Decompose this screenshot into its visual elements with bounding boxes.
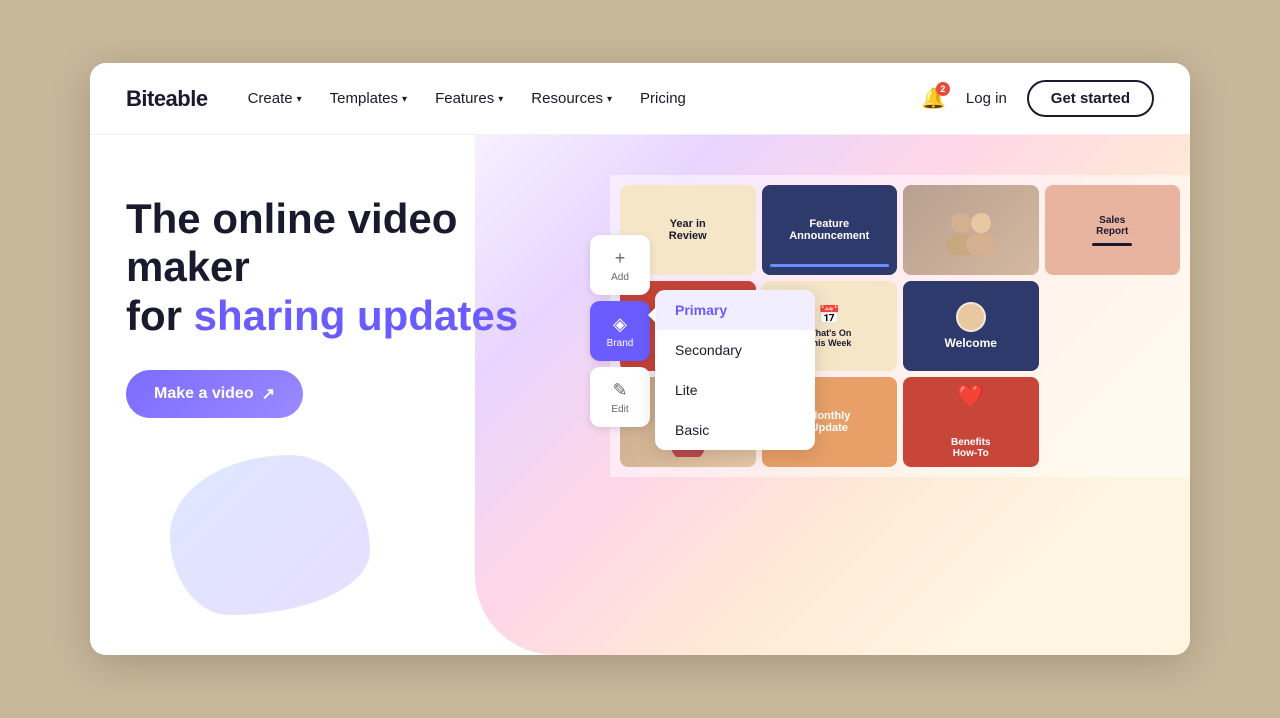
- sidebar-tools: + Add ◈ Brand ✎ Edit: [590, 235, 650, 427]
- grid-cell-feature-announcement[interactable]: FeatureAnnouncement: [762, 185, 898, 275]
- dropdown-item-basic[interactable]: Basic: [655, 410, 815, 450]
- notification-badge: 2: [936, 82, 950, 96]
- make-video-button[interactable]: Make a video ↗: [126, 370, 303, 418]
- dropdown-item-lite[interactable]: Lite: [655, 370, 815, 410]
- plus-icon: +: [615, 248, 626, 269]
- browser-window: Biteable Create ▾ Templates ▾ Features ▾…: [90, 63, 1190, 655]
- grid-cell-sales-report[interactable]: SalesReport: [1045, 185, 1181, 275]
- grid-cell-empty-1: [1045, 281, 1181, 371]
- nav-features[interactable]: Features ▾: [435, 90, 503, 107]
- chevron-down-icon: ▾: [402, 94, 407, 105]
- nav-pricing[interactable]: Pricing: [640, 90, 686, 107]
- people-photo: [903, 185, 1039, 275]
- grid-cell-empty-2: [1045, 377, 1181, 467]
- nav-resources[interactable]: Resources ▾: [531, 90, 612, 107]
- login-button[interactable]: Log in: [966, 90, 1007, 107]
- dropdown-item-secondary[interactable]: Secondary: [655, 330, 815, 370]
- add-tool-button[interactable]: + Add: [590, 235, 650, 295]
- chevron-down-icon: ▾: [498, 94, 503, 105]
- navbar: Biteable Create ▾ Templates ▾ Features ▾…: [90, 63, 1190, 135]
- avatar-icon: [956, 302, 986, 332]
- chevron-down-icon: ▾: [607, 94, 612, 105]
- nav-templates[interactable]: Templates ▾: [330, 90, 407, 107]
- edit-tool-button[interactable]: ✎ Edit: [590, 367, 650, 427]
- nav-create[interactable]: Create ▾: [248, 90, 302, 107]
- dropdown-item-primary[interactable]: Primary: [655, 290, 815, 330]
- logo[interactable]: Biteable: [126, 86, 208, 112]
- grid-cell-welcome[interactable]: Welcome: [903, 281, 1039, 371]
- hero-content: The online video maker for sharing updat…: [126, 195, 546, 418]
- dropdown-arrow: [648, 307, 656, 323]
- arrow-icon: ↗: [262, 384, 275, 404]
- get-started-button[interactable]: Get started: [1027, 80, 1154, 117]
- edit-icon: ✎: [612, 380, 627, 401]
- hero-title: The online video maker for sharing updat…: [126, 195, 546, 340]
- notifications-bell[interactable]: 🔔 2: [921, 86, 946, 111]
- brand-dropdown-menu: Primary Secondary Lite Basic: [655, 290, 815, 450]
- grid-cell-benefits[interactable]: ❤️ BenefitsHow-To: [903, 377, 1039, 467]
- brand-tool-button[interactable]: ◈ Brand: [590, 301, 650, 361]
- nav-links: Create ▾ Templates ▾ Features ▾ Resource…: [248, 90, 921, 107]
- hero-section: The online video maker for sharing updat…: [90, 135, 1190, 655]
- chevron-down-icon: ▾: [297, 94, 302, 105]
- grid-cell-photo-people[interactable]: [903, 185, 1039, 275]
- brand-icon: ◈: [613, 314, 627, 335]
- nav-right: 🔔 2 Log in Get started: [921, 80, 1154, 117]
- hero-blob: [170, 455, 370, 615]
